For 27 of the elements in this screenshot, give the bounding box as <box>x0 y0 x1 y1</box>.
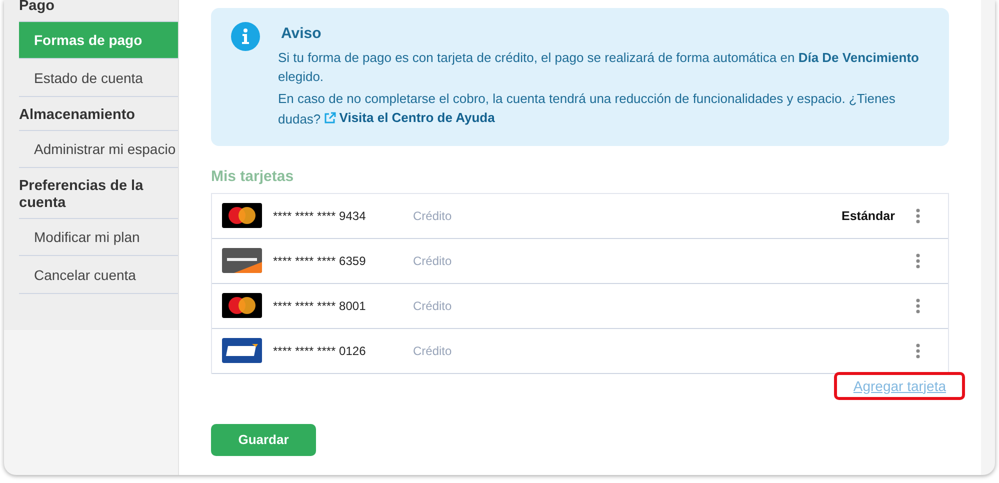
card-type: Crédito <box>413 208 453 222</box>
help-center-link[interactable]: Visita el Centro de Ayuda <box>324 108 495 127</box>
sidebar-section-title: Pago <box>19 0 56 16</box>
card-logo-icon <box>222 338 262 363</box>
info-icon <box>231 22 260 51</box>
more-options-icon[interactable] <box>915 252 921 268</box>
card-number: **** **** **** 9434 <box>273 208 367 222</box>
card-logo-icon <box>222 248 262 273</box>
external-link-icon <box>324 112 336 124</box>
default-label: Estándar <box>842 208 895 222</box>
card-type: Crédito <box>413 298 453 312</box>
sidebar-section-title: Almacenamiento <box>19 106 136 125</box>
more-options-icon[interactable] <box>915 342 921 358</box>
notice-title: Aviso <box>281 25 322 42</box>
notice-text: En caso de no completarse el cobro, la cuenta tendrá una reducción de funcionalidades y espacio. ¿Tienes dudas? Visita el Centro de Ayuda <box>278 90 896 128</box>
card-logo-icon <box>222 203 262 228</box>
card-number: **** **** **** 0126 <box>273 344 367 358</box>
card-type: Crédito <box>413 344 453 358</box>
more-options-icon[interactable] <box>915 298 921 314</box>
section-title: Mis tarjetas <box>211 168 295 184</box>
notice-text: Si tu forma de pago es con tarjeta de crédito, el pago se realizará de forma automática en Día De Vencimiento elegido. <box>278 49 920 86</box>
card-logo-icon <box>222 293 262 318</box>
card-number: **** **** **** 8001 <box>273 298 367 312</box>
card-type: Crédito <box>413 254 453 268</box>
card-number: **** **** **** 6359 <box>273 254 367 268</box>
sidebar-section-title: Preferencias de la cuenta <box>19 177 144 213</box>
more-options-icon[interactable] <box>915 208 921 224</box>
